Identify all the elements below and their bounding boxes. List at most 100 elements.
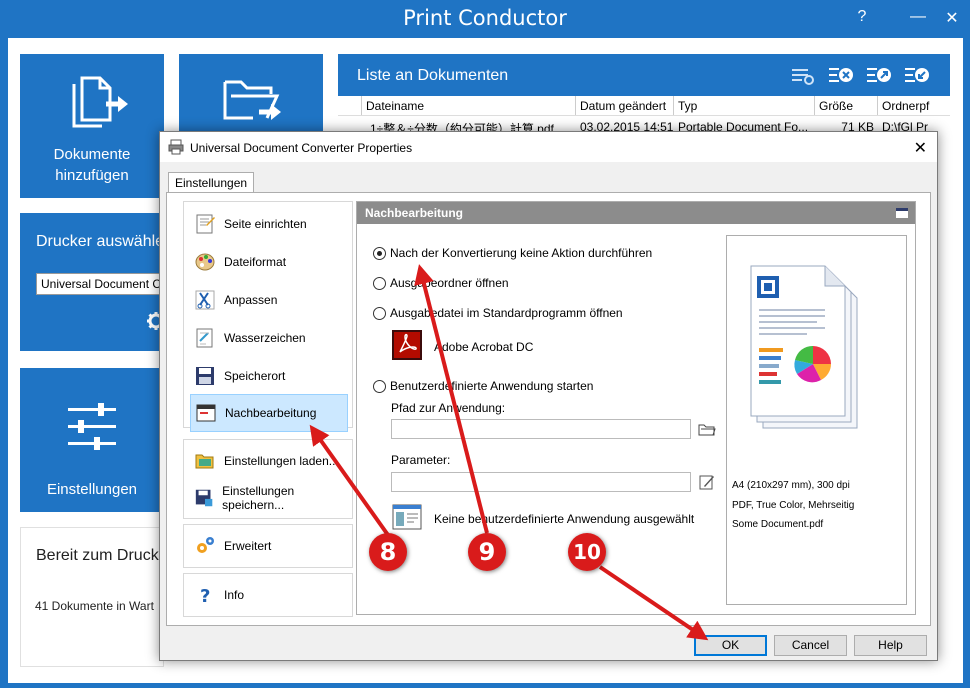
ok-button[interactable]: OK xyxy=(694,635,767,656)
scissors-icon xyxy=(195,290,215,310)
option-open-file[interactable]: Ausgabedatei im Standardprogramm öffnen xyxy=(373,306,623,320)
radio-open-file[interactable] xyxy=(373,306,386,320)
section-header-icon xyxy=(896,208,908,218)
nav-group-settings-io: Einstellungen laden... Einstellungen spe… xyxy=(183,439,353,519)
nav-load-settings[interactable]: Einstellungen laden... xyxy=(190,443,348,479)
radio-no-action[interactable] xyxy=(373,246,386,260)
nav-file-format-label: Dateiformat xyxy=(224,255,287,269)
application-icon xyxy=(392,504,422,530)
gears-icon xyxy=(197,537,214,553)
document-table-header: Dateiname Datum geändert Typ Größe Ordne… xyxy=(338,96,950,116)
save-icon xyxy=(195,489,213,507)
printer-dropdown[interactable]: Universal Document C xyxy=(36,273,171,295)
folder-open-icon xyxy=(195,454,214,469)
parameters-input[interactable] xyxy=(391,472,691,492)
list-options-icon[interactable] xyxy=(790,64,816,86)
cancel-button[interactable]: Cancel xyxy=(774,635,847,656)
option-open-file-label: Ausgabedatei im Standardprogramm öffnen xyxy=(390,306,623,320)
nav-post-processing-label: Nachbearbeitung xyxy=(225,406,317,420)
nav-group-advanced: Erweitert xyxy=(183,524,353,568)
status-panel: Bereit zum Druck 41 Dokumente in Wart xyxy=(20,527,164,667)
nav-page-setup[interactable]: Seite einrichten xyxy=(190,206,348,242)
document-list-title: Liste an Dokumenten xyxy=(357,67,509,84)
nav-location-label: Speicherort xyxy=(224,369,286,383)
preview-format-info: PDF, True Color, Mehrseitig xyxy=(732,500,855,511)
nav-post-processing[interactable]: Nachbearbeitung xyxy=(190,394,348,432)
nav-watermark[interactable]: Wasserzeichen xyxy=(190,320,348,356)
radio-custom-app[interactable] xyxy=(373,379,386,393)
dialog-close-icon[interactable]: ✕ xyxy=(914,138,927,158)
nav-advanced[interactable]: Erweitert xyxy=(190,528,348,564)
help-button[interactable]: Help xyxy=(854,635,927,656)
nav-page-setup-label: Seite einrichten xyxy=(224,217,307,231)
close-icon[interactable]: ✕ xyxy=(940,8,964,28)
add-folder-icon xyxy=(223,80,281,120)
column-checkbox[interactable] xyxy=(338,96,362,115)
watermark-icon xyxy=(196,328,213,348)
path-input[interactable] xyxy=(391,419,691,439)
post-processing-content: Nachbearbeitung Nach der Konvertierung k… xyxy=(356,201,916,615)
add-documents-label: Dokumente hinzufügen xyxy=(53,146,131,184)
status-title: Bereit zum Druck xyxy=(36,547,159,564)
sliders-icon xyxy=(68,403,116,450)
column-type[interactable]: Typ xyxy=(674,96,815,115)
default-app-name: Adobe Acrobat DC xyxy=(434,340,534,354)
column-folder[interactable]: Ordnerpf xyxy=(878,96,950,115)
nav-location[interactable]: Speicherort xyxy=(190,358,348,394)
option-open-folder-label: Ausgabeordner öffnen xyxy=(390,276,509,290)
document-list-header: Liste an Dokumenten xyxy=(338,54,950,96)
document-preview-icon xyxy=(750,265,858,429)
nav-group-main: Seite einrichten Dateiformat Anpassen Wa… xyxy=(183,201,353,432)
nav-info-label: Info xyxy=(224,588,245,602)
dialog-titlebar: Universal Document Converter Properties … xyxy=(160,132,937,162)
app-titlebar: Print Conductor ? — ✕ xyxy=(0,0,970,38)
nav-load-settings-label: Einstellungen laden... xyxy=(224,454,339,468)
tab-settings[interactable]: Einstellungen xyxy=(168,172,255,193)
acrobat-icon xyxy=(392,330,422,360)
remove-printed-icon[interactable] xyxy=(866,64,892,86)
nav-save-settings-label: Einstellungen speichern... xyxy=(222,484,295,512)
parameters-label: Parameter: xyxy=(391,453,451,467)
output-preview-panel: A4 (210x297 mm), 300 dpi PDF, True Color… xyxy=(726,235,907,605)
step-marker-9: 9 xyxy=(468,533,506,571)
column-filename[interactable]: Dateiname xyxy=(362,96,576,115)
section-title: Nachbearbeitung xyxy=(357,202,915,224)
browse-folder-icon[interactable] xyxy=(698,420,716,438)
remove-all-icon[interactable] xyxy=(904,64,930,86)
svg-text:?: ? xyxy=(200,586,210,606)
nav-info[interactable]: ? Info xyxy=(190,577,348,613)
settings-tile[interactable]: Einstellungen xyxy=(20,368,164,512)
nav-save-settings[interactable]: Einstellungen speichern... xyxy=(190,480,348,516)
add-folder-tile[interactable] xyxy=(179,54,323,132)
app-title: Print Conductor xyxy=(403,6,567,30)
printer-icon xyxy=(168,139,184,155)
status-count: 41 Dokumente in Wart xyxy=(35,599,154,613)
column-size[interactable]: Größe xyxy=(815,96,878,115)
preview-filename: Some Document.pdf xyxy=(732,519,824,530)
no-app-selected-text: Keine benutzerdefinierte Anwendung ausge… xyxy=(434,512,695,526)
add-documents-icon xyxy=(72,76,128,128)
option-no-action-label: Nach der Konvertierung keine Aktion durc… xyxy=(390,246,653,260)
nav-file-format[interactable]: Dateiformat xyxy=(190,244,348,280)
nav-adjust[interactable]: Anpassen xyxy=(190,282,348,318)
option-no-action[interactable]: Nach der Konvertierung keine Aktion durc… xyxy=(373,246,652,260)
nav-advanced-label: Erweitert xyxy=(224,539,272,553)
nav-group-info: ? Info xyxy=(183,573,353,617)
option-custom-app[interactable]: Benutzerdefinierte Anwendung starten xyxy=(373,379,593,393)
converter-properties-dialog: Universal Document Converter Properties … xyxy=(159,131,938,661)
column-date[interactable]: Datum geändert xyxy=(576,96,674,115)
add-documents-tile[interactable]: Dokumente hinzufügen xyxy=(20,54,164,198)
radio-open-folder[interactable] xyxy=(373,276,386,290)
palette-icon xyxy=(195,253,215,271)
option-open-folder[interactable]: Ausgabeordner öffnen xyxy=(373,276,509,290)
edit-parameters-icon[interactable] xyxy=(698,473,716,491)
help-icon[interactable]: ? xyxy=(850,8,874,26)
path-label: Pfad zur Anwendung: xyxy=(391,401,506,415)
dialog-title: Universal Document Converter Properties xyxy=(190,141,413,155)
minimize-icon[interactable]: — xyxy=(906,8,930,26)
printer-selection-panel: Drucker auswähle Universal Document C xyxy=(20,213,171,351)
remove-selected-icon[interactable] xyxy=(828,64,854,86)
step-marker-10: 10 xyxy=(568,533,606,571)
question-icon: ? xyxy=(200,586,210,606)
preview-page-info: A4 (210x297 mm), 300 dpi xyxy=(732,480,850,491)
